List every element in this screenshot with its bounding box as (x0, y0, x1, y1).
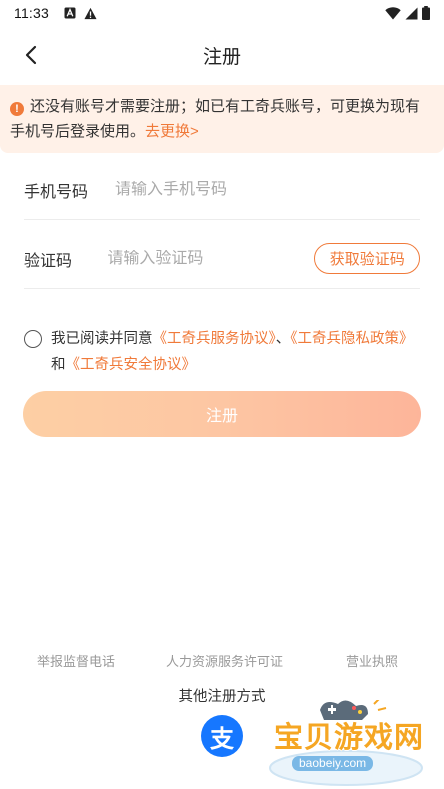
agree-radio[interactable] (24, 330, 42, 348)
security-agreement-link[interactable]: 《工奇兵安全协议》 (66, 357, 197, 373)
footer-links: 举报监督电话 人力资源服务许可证 营业执照 (0, 651, 444, 669)
status-bar: 11:33 (0, 0, 444, 26)
notice-banner: ! 还没有账号才需要注册；如已有工奇兵账号，可更换为现有手机号后登录使用。去更换> (0, 85, 444, 153)
nav-bar: 注册 (0, 30, 444, 78)
signal-icon (405, 7, 418, 19)
battery-icon (422, 6, 430, 20)
notice-text: 还没有账号才需要注册；如已有工奇兵账号，可更换为现有手机号后登录使用。 (10, 98, 421, 140)
page-title: 注册 (202, 47, 241, 68)
business-license-link[interactable]: 营业执照 (346, 651, 398, 670)
alipay-register-button[interactable]: 支 (201, 715, 243, 757)
watermark-text: 宝贝游戏网 (274, 720, 425, 754)
report-hotline-link[interactable]: 举报监督电话 (37, 651, 115, 670)
watermark: 宝贝游戏网 baobeiy.com (262, 700, 444, 789)
agreement-prefix: 我已阅读并同意 (51, 331, 153, 347)
wifi-icon (385, 6, 401, 19)
code-input[interactable] (107, 249, 315, 268)
warning-icon (84, 7, 97, 20)
code-label: 验证码 (24, 252, 73, 270)
agreement: 我已阅读并同意《工奇兵服务协议》、《工奇兵隐私政策》和《工奇兵安全协议》 (24, 326, 420, 378)
agreement-text: 我已阅读并同意《工奇兵服务协议》、《工奇兵隐私政策》和《工奇兵安全协议》 (24, 326, 420, 378)
service-agreement-link[interactable]: 《工奇兵服务协议》 (153, 331, 276, 347)
switch-account-link[interactable]: 去更换> (145, 123, 199, 140)
status-time: 11:33 (14, 5, 49, 21)
register-button[interactable]: 注册 (23, 391, 421, 437)
info-warning-icon: ! (10, 102, 24, 116)
get-code-button[interactable]: 获取验证码 (314, 243, 420, 274)
code-row: 验证码 获取验证码 (24, 229, 420, 289)
watermark-url: baobeiy.com (292, 756, 374, 771)
agreement-separator: 、 (275, 331, 291, 347)
privacy-policy-link[interactable]: 《工奇兵隐私政策》 (290, 331, 413, 347)
phone-label: 手机号码 (24, 183, 89, 201)
phone-row: 手机号码 (24, 160, 420, 220)
status-icons (385, 6, 430, 20)
a-notification-icon (63, 7, 76, 20)
alipay-icon: 支 (210, 725, 234, 753)
phone-input[interactable] (115, 180, 420, 199)
hr-license-link[interactable]: 人力资源服务许可证 (166, 651, 283, 670)
agreement-and: 和 (51, 357, 66, 373)
